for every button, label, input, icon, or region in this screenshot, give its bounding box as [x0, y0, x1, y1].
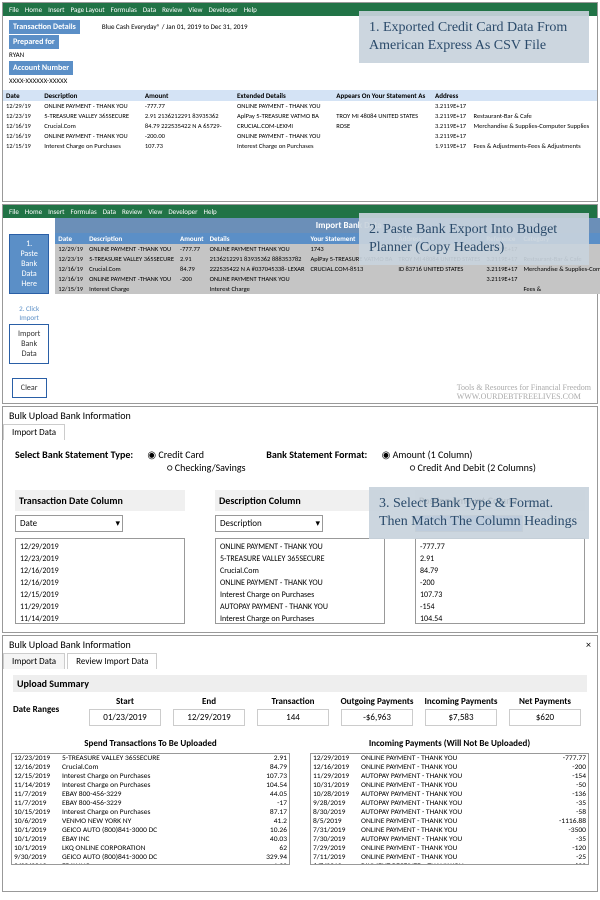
spend-title: Spend Transactions To Be Uploaded	[3, 738, 298, 749]
csv-title: Transaction Details	[9, 20, 80, 34]
review-title: Bulk Upload Bank Information	[9, 638, 131, 651]
radio-cc[interactable]: ◉ Credit Card	[147, 448, 204, 461]
overlay-2: 2. Paste Bank Export Into Budget Planner…	[359, 213, 589, 265]
radio-crdr[interactable]: ○ Credit And Debit (2 Columns)	[410, 461, 536, 474]
table-row: 12/16/19Crucial.Com84.79222535422 N A #0…	[55, 264, 600, 274]
clear-button[interactable]: Clear	[12, 378, 47, 398]
close-icon[interactable]: ×	[586, 638, 591, 651]
form-title: Bulk Upload Bank Information	[3, 407, 597, 424]
import-form-panel: Bulk Upload Bank Information Import Data…	[2, 406, 598, 633]
table-row: 12/16/19ONLINE PAYMENT - THANK YOU-200.0…	[3, 131, 597, 141]
radio-amount[interactable]: ◉ Amount (1 Column)	[382, 448, 473, 461]
table-row: 12/23/195-TREASURE VALLEY 365SECURE2.91 …	[3, 111, 597, 121]
date-list[interactable]: 12/29/201912/23/201912/16/201912/16/2019…	[15, 538, 185, 624]
table-row: 12/29/19ONLINE PAYMENT - THANK YOU-777.7…	[3, 101, 597, 111]
end-date: 12/29/2019	[173, 709, 245, 726]
date-dropdown[interactable]: Date	[15, 515, 123, 532]
review-panel: Bulk Upload Bank Information × Import Da…	[2, 635, 598, 892]
tab-import-data[interactable]: Import Data	[3, 653, 65, 669]
table-row: 12/16/19Crucial.Com84.79 222535422 N A 6…	[3, 121, 597, 131]
incoming-title: Incoming Payments (Will Not Be Uploaded)	[302, 738, 597, 749]
net: $620	[509, 709, 581, 726]
col2-title: Description Column	[215, 490, 385, 511]
txn-count: 144	[257, 709, 329, 726]
start-date: 01/23/2019	[89, 709, 161, 726]
desc-list[interactable]: ONLINE PAYMENT - THANK YOU5-TREASURE VAL…	[215, 538, 385, 624]
summary-label: Upload Summary	[13, 675, 587, 692]
spend-table[interactable]: 12/23/20195-TREASURE VALLEY 365SECURE2.9…	[11, 753, 290, 865]
outgoing: -$6,963	[341, 709, 413, 726]
col1-title: Transaction Date Column	[15, 490, 185, 511]
tab-import[interactable]: Import Data	[3, 424, 65, 440]
incoming: $7,583	[425, 709, 497, 726]
table-row: 12/15/19Interest ChargeInterest ChargeFe…	[55, 284, 600, 294]
planner-panel: FileHomeInsertFormulasDataReviewViewDeve…	[2, 204, 598, 404]
table-row: 12/15/19Interest Charge on Purchases107.…	[3, 141, 597, 151]
incoming-table[interactable]: 12/29/2019ONLINE PAYMENT - THANK YOU-777…	[310, 753, 589, 865]
csv-table[interactable]: DateDescriptionAmountExtended DetailsApp…	[3, 90, 597, 151]
paste-here-button[interactable]: 1. Paste BankData Here	[9, 234, 49, 294]
table-row: 12/16/19ONLINE PAYMENT -THANK YOU-200ONL…	[55, 274, 600, 284]
import-button[interactable]: Import Bank Data	[9, 324, 49, 364]
amount-list[interactable]: -777.772.9184.79-200107.73-154104.5444.0…	[415, 538, 585, 624]
format-label: Bank Statement Format:	[266, 448, 367, 461]
desc-dropdown[interactable]: Description	[215, 515, 323, 532]
type-label: Select Bank Statement Type:	[15, 448, 133, 461]
radio-cs[interactable]: ○ Checking/Savings	[167, 461, 245, 474]
watermark: Tools & Resources for Financial FreedomW…	[457, 383, 591, 401]
csv-panel: FileHomeInsertPage LayoutFormulasDataRev…	[2, 2, 598, 202]
overlay-3: 3. Select Bank Type & Format. Then Match…	[369, 487, 589, 539]
tab-review[interactable]: Review Import Data	[67, 653, 157, 669]
overlay-1: 1. Exported Credit Card Data From Americ…	[359, 11, 589, 63]
